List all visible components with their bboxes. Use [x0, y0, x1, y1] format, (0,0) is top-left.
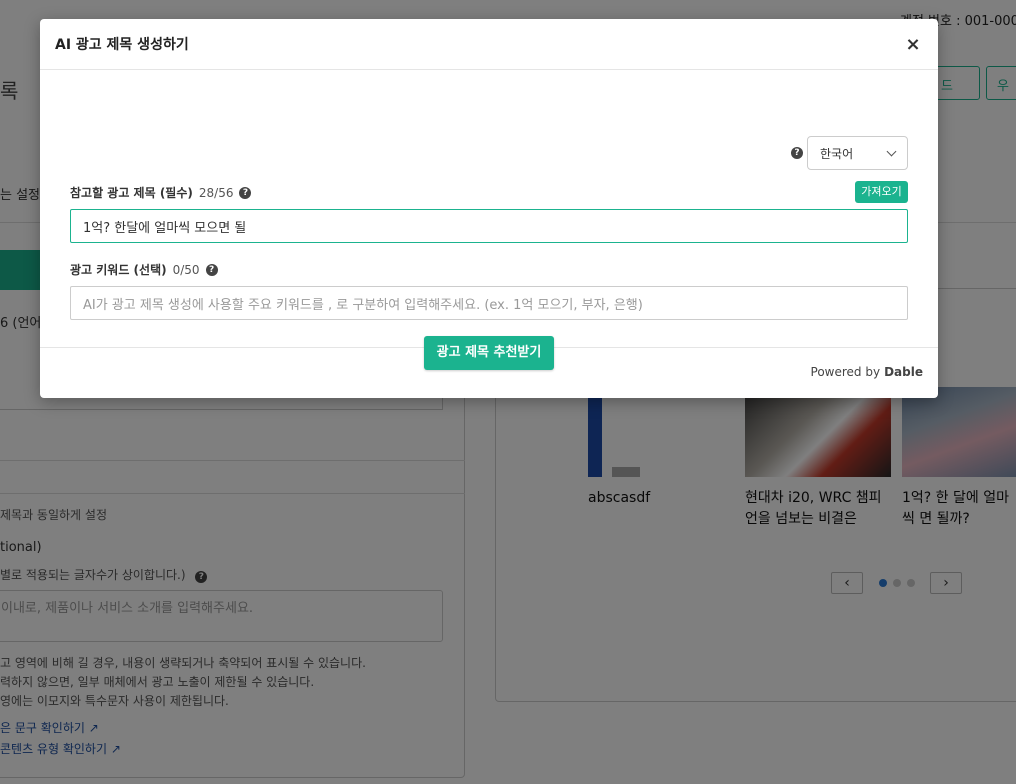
keywords-count: 0/50: [172, 262, 200, 277]
help-icon[interactable]: ?: [239, 186, 252, 199]
keywords-placeholder: AI가 광고 제목 생성에 사용할 주요 키워드를 , 로 구분하여 입력해주세…: [83, 297, 643, 313]
ai-title-modal: AI 광고 제목 생성하기 × ? 한국어 참고할 광고 제목 (필수) 28/…: [40, 19, 938, 398]
brand-name: Dable: [884, 365, 923, 379]
keywords-label: 광고 키워드 (선택) 0/50 ?: [70, 261, 218, 278]
language-value: 한국어: [820, 146, 854, 161]
keywords-input[interactable]: AI가 광고 제목 생성에 사용할 주요 키워드를 , 로 구분하여 입력해주세…: [70, 286, 908, 320]
recommend-titles-button[interactable]: 광고 제목 추천받기: [424, 336, 554, 370]
ref-title-input[interactable]: 1억? 한달에 얼마씩 모으면 될: [70, 209, 908, 243]
close-button[interactable]: ×: [903, 34, 923, 55]
powered-by-text: Powered by: [810, 365, 881, 379]
ref-title-label: 참고할 광고 제목 (필수) 28/56 ?: [70, 184, 252, 201]
modal-body: ? 한국어 참고할 광고 제목 (필수) 28/56 ? 가져오기 1억? 한달…: [40, 70, 938, 370]
chevron-down-icon: [886, 146, 897, 156]
ref-title-count: 28/56: [198, 185, 234, 200]
help-icon[interactable]: ?: [205, 263, 218, 276]
modal-title: AI 광고 제목 생성하기: [55, 37, 189, 53]
language-help-icon[interactable]: ?: [791, 147, 803, 159]
fetch-button[interactable]: 가져오기: [855, 181, 908, 203]
language-select[interactable]: 한국어: [807, 136, 908, 170]
modal-header: AI 광고 제목 생성하기 ×: [40, 19, 938, 70]
